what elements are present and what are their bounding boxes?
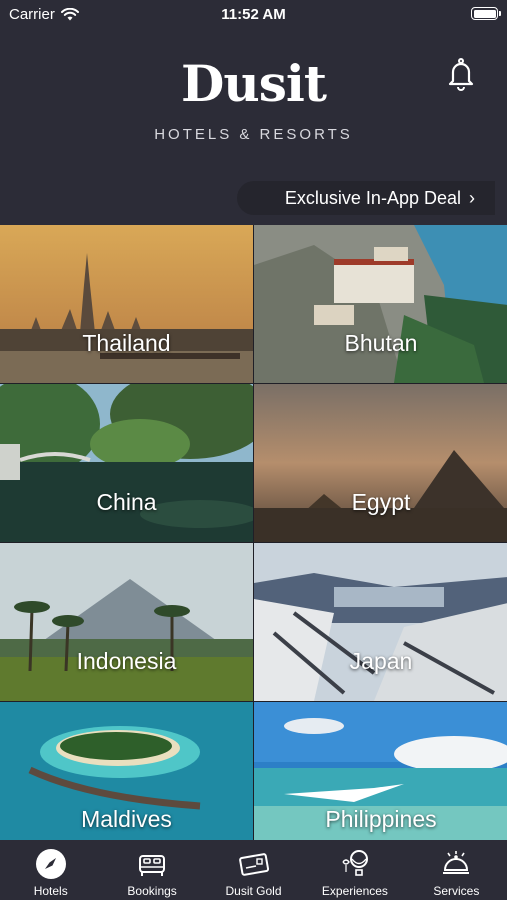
destination-grid: Thailand Bhutan China Egypt Indonesia Ja… xyxy=(0,225,507,843)
brand-logo: Dusit xyxy=(181,54,327,113)
destination-tile-egypt[interactable]: Egypt xyxy=(254,384,507,542)
tab-label: Hotels xyxy=(33,884,68,898)
exclusive-deal-button[interactable]: Exclusive In-App Deal › xyxy=(236,181,495,215)
compass-icon xyxy=(35,849,66,879)
card-icon xyxy=(238,853,269,876)
service-bell-icon xyxy=(443,851,470,874)
tab-dusit-gold[interactable]: Dusit Gold xyxy=(203,840,304,900)
tab-label: Dusit Gold xyxy=(225,884,282,898)
header: Dusit HOTELS & RESORTS xyxy=(0,30,507,180)
indonesia-photo xyxy=(0,543,253,701)
tab-hotels[interactable]: Hotels xyxy=(0,840,101,900)
tab-label: Services xyxy=(433,884,480,898)
tab-bar: Hotels Bookings Dusit Gold Experiences S… xyxy=(0,840,507,900)
clock: 11:52 AM xyxy=(221,6,286,23)
destination-tile-japan[interactable]: Japan xyxy=(254,543,507,701)
tab-label: Bookings xyxy=(127,884,177,898)
chevron-right-icon: › xyxy=(469,187,475,208)
battery-icon xyxy=(471,7,501,20)
destination-tile-maldives[interactable]: Maldives xyxy=(0,702,253,843)
destination-label: Thailand xyxy=(82,330,171,356)
destination-label: China xyxy=(96,489,157,515)
notification-bell-icon[interactable] xyxy=(445,57,477,91)
destination-label: Egypt xyxy=(351,489,411,515)
balloon-icon xyxy=(342,850,368,876)
tab-services[interactable]: Services xyxy=(406,840,507,900)
bhutan-photo xyxy=(254,225,507,383)
brand-tagline: HOTELS & RESORTS xyxy=(154,126,353,143)
tab-experiences[interactable]: Experiences xyxy=(304,840,405,900)
destination-tile-indonesia[interactable]: Indonesia xyxy=(0,543,253,701)
destination-label: Indonesia xyxy=(76,648,177,674)
destination-tile-china[interactable]: China xyxy=(0,384,253,542)
tab-label: Experiences xyxy=(321,884,388,898)
destination-tile-philippines[interactable]: Philippines xyxy=(254,702,507,843)
japan-photo xyxy=(254,543,507,701)
thailand-photo xyxy=(0,225,253,383)
status-bar: Carrier 11:52 AM xyxy=(0,0,507,30)
deal-label: Exclusive In-App Deal xyxy=(284,187,461,208)
destination-label: Japan xyxy=(349,648,413,674)
destination-label: Philippines xyxy=(325,806,437,832)
destination-label: Bhutan xyxy=(344,330,418,356)
destination-label: Maldives xyxy=(81,806,172,832)
app-screen: Carrier 11:52 AM Dusit HOTELS & RESORTS … xyxy=(0,0,507,900)
egypt-photo xyxy=(254,384,507,542)
bed-icon xyxy=(139,855,166,876)
destination-tile-thailand[interactable]: Thailand xyxy=(0,225,253,383)
china-photo xyxy=(0,384,253,542)
destination-tile-bhutan[interactable]: Bhutan xyxy=(254,225,507,383)
tab-bookings[interactable]: Bookings xyxy=(101,840,202,900)
